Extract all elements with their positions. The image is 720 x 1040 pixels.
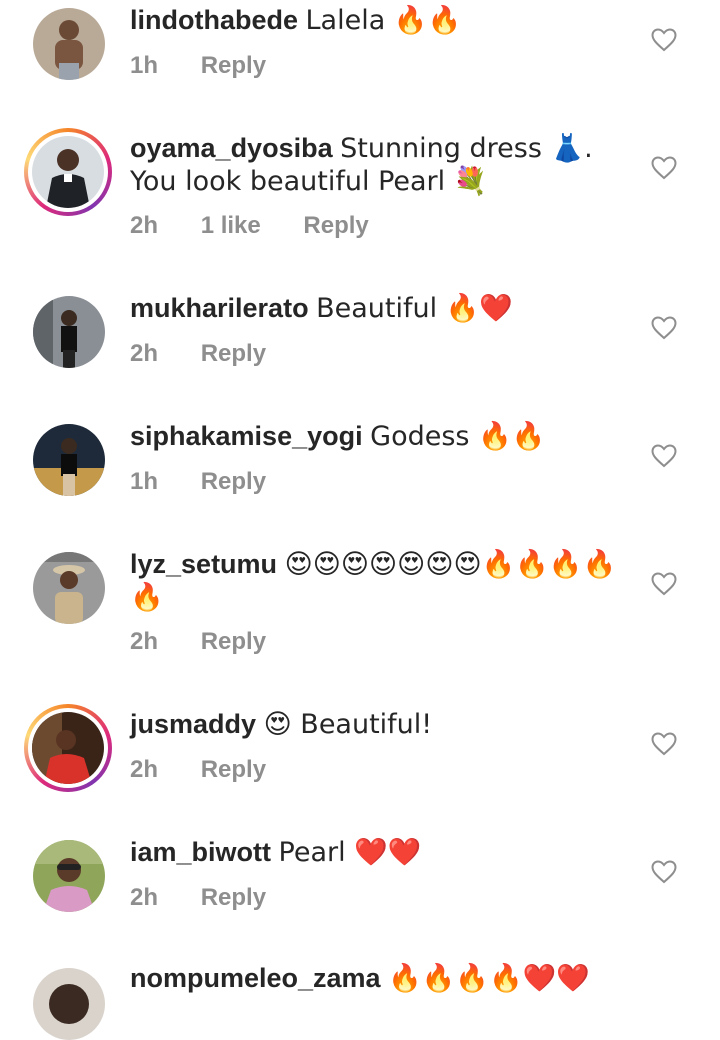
comment-likes[interactable]: 1 like: [201, 212, 261, 239]
avatar[interactable]: [33, 296, 105, 368]
comment-content: mukharilerato Beautiful 🔥❤️: [130, 292, 630, 325]
avatar-story-ring[interactable]: [24, 128, 112, 216]
comment-text: 😍 Beautiful!: [263, 709, 433, 740]
comment-username[interactable]: jusmaddy: [130, 709, 256, 739]
heart-outline-icon[interactable]: [651, 28, 677, 52]
comment-meta: 2h Reply: [130, 628, 302, 656]
avatar: [32, 136, 104, 208]
reply-button[interactable]: Reply: [303, 212, 368, 239]
comment-meta: 2h Reply: [130, 340, 302, 368]
comment-username[interactable]: siphakamise_yogi: [130, 421, 363, 451]
avatar[interactable]: [33, 8, 105, 80]
heart-outline-icon[interactable]: [651, 860, 677, 884]
comment-time: 2h: [130, 884, 159, 911]
comment-time: 2h: [130, 628, 159, 655]
comment-meta: 2h Reply: [130, 756, 302, 784]
reply-button[interactable]: Reply: [201, 468, 266, 495]
avatar-story-ring[interactable]: [24, 704, 112, 792]
comment-username[interactable]: mukharilerato: [130, 293, 309, 323]
comment-content: jusmaddy 😍 Beautiful!: [130, 708, 630, 741]
comment-username[interactable]: iam_biwott: [130, 837, 271, 867]
avatar[interactable]: [33, 552, 105, 624]
avatar[interactable]: [33, 424, 105, 496]
comment-username[interactable]: oyama_dyosiba: [130, 133, 333, 163]
comment-username[interactable]: lindothabede: [130, 5, 298, 35]
comment-meta: 1h Reply: [130, 468, 302, 496]
comment-content: iam_biwott Pearl ❤️❤️: [130, 836, 630, 869]
comment-text: Pearl ❤️❤️: [278, 837, 422, 868]
reply-button[interactable]: Reply: [201, 756, 266, 783]
comment-text: Lalela 🔥🔥: [305, 5, 462, 36]
heart-outline-icon[interactable]: [651, 156, 677, 180]
comment-time: 1h: [130, 468, 159, 495]
comment-time: 2h: [130, 212, 159, 239]
comment-meta: 2h Reply: [130, 884, 302, 912]
comment-text: Godess 🔥🔥: [370, 421, 546, 452]
heart-outline-icon[interactable]: [651, 732, 677, 756]
reply-button[interactable]: Reply: [201, 52, 266, 79]
heart-outline-icon[interactable]: [651, 572, 677, 596]
avatar: [32, 712, 104, 784]
comment-content: nompumeleo_zama 🔥🔥🔥🔥❤️❤️: [130, 962, 630, 995]
comment-username[interactable]: nompumeleo_zama: [130, 963, 381, 993]
comment-meta: 2h 1 like Reply: [130, 212, 405, 240]
avatar[interactable]: [33, 840, 105, 912]
reply-button[interactable]: Reply: [201, 340, 266, 367]
comment-text: Beautiful 🔥❤️: [316, 293, 513, 324]
reply-button[interactable]: Reply: [201, 884, 266, 911]
comment-text: 🔥🔥🔥🔥❤️❤️: [388, 963, 590, 994]
heart-outline-icon[interactable]: [651, 444, 677, 468]
comment-time: 2h: [130, 756, 159, 783]
avatar[interactable]: [33, 968, 105, 1040]
reply-button[interactable]: Reply: [201, 628, 266, 655]
comment-time: 2h: [130, 340, 159, 367]
comment-meta: 1h Reply: [130, 52, 302, 80]
comment-username[interactable]: lyz_setumu: [130, 549, 277, 579]
comment-content: oyama_dyosiba Stunning dress 👗. You look…: [130, 132, 630, 198]
comment-time: 1h: [130, 52, 159, 79]
comment-content: lyz_setumu 😍😍😍😍😍😍😍🔥🔥🔥🔥🔥: [130, 548, 630, 614]
heart-outline-icon[interactable]: [651, 316, 677, 340]
comment-content: lindothabede Lalela 🔥🔥: [130, 4, 630, 37]
comment-content: siphakamise_yogi Godess 🔥🔥: [130, 420, 630, 453]
